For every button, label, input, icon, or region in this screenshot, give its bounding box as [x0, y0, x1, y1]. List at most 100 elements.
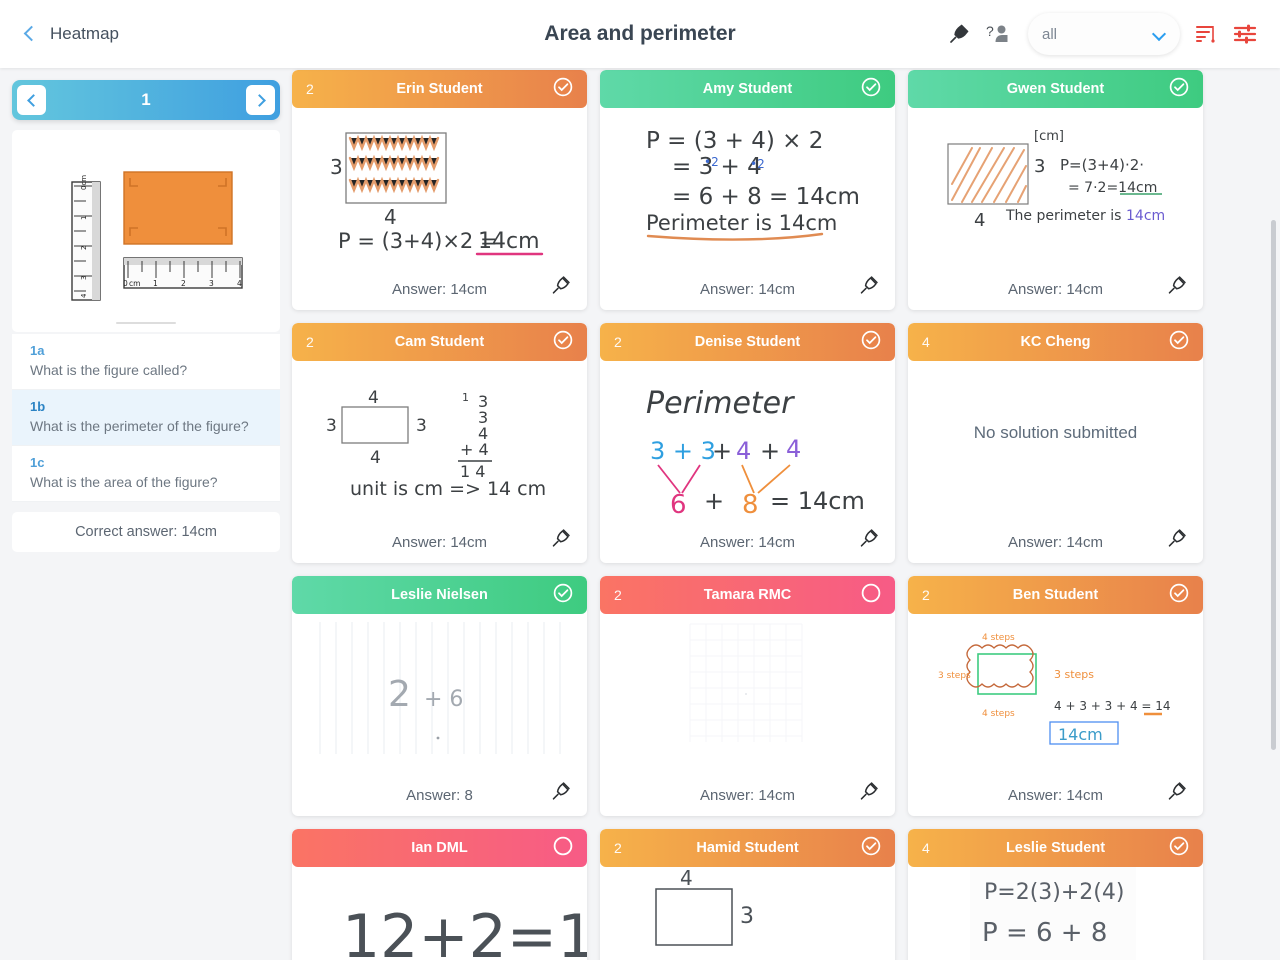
svg-text:2: 2 [181, 279, 186, 288]
sliders-icon[interactable] [1232, 22, 1258, 46]
student-card-ben-student[interactable]: 2 Ben Student 4 steps 4 steps 3 steps 3 … [908, 576, 1203, 816]
question-code: 1a [30, 343, 45, 358]
pin-icon[interactable] [548, 778, 574, 809]
svg-text:4 steps: 4 steps [982, 633, 1015, 643]
scrollbar-track[interactable] [1271, 142, 1278, 960]
svg-text:1: 1 [153, 279, 158, 288]
question-item-1c[interactable]: 1c What is the area of the figure? [12, 446, 280, 502]
pin-icon[interactable] [1164, 525, 1190, 556]
svg-text:8: 8 [742, 490, 759, 520]
card-header: Leslie Nielsen [292, 576, 587, 614]
solution-work-area: P = (3 + 4) × 2 = 3 + 4 •2 •2 = 6 + 8 = … [600, 108, 895, 268]
svg-text:4: 4 [237, 279, 242, 288]
student-card-gwen-student[interactable]: Gwen Student [cm] 3 P=(3+4)·2· = 7·2=14c… [908, 70, 1203, 310]
solution-work-area: No solution submitted [908, 361, 1203, 521]
student-card-leslie-nielsen[interactable]: Leslie Nielsen 2 + 6 Answer: 8 [292, 576, 587, 816]
card-footer: Answer: 14cm [908, 521, 1203, 563]
solution-work-area [600, 614, 895, 774]
solution-work-area: [cm] 3 P=(3+4)·2· = 7·2=14cm 4 The perim… [908, 108, 1203, 268]
pin-icon[interactable] [1164, 272, 1190, 303]
empty-circle-icon[interactable] [861, 583, 881, 608]
student-name: Ben Student [1012, 587, 1099, 603]
card-footer: Answer: 14cm [908, 774, 1203, 816]
scrollbar-thumb[interactable] [1271, 220, 1276, 750]
pager-next-button[interactable] [246, 85, 275, 115]
svg-text:+: + [712, 437, 732, 465]
solution-work-area: 4 3 P = (3+4)×2 = 14 [600, 867, 895, 960]
card-badge: 2 [614, 840, 622, 856]
filter-dropdown-value: all [1042, 25, 1058, 43]
check-circle-icon[interactable] [553, 583, 573, 608]
svg-text:3: 3 [209, 279, 214, 288]
check-circle-icon[interactable] [553, 77, 573, 102]
student-card-leslie-student[interactable]: 4 Leslie Student P=2(3)+2(4) P = 6 + 8 =… [908, 829, 1203, 960]
student-card-tamara-rmc[interactable]: 2 Tamara RMC Answer: 14cm [600, 576, 895, 816]
student-card-erin-student[interactable]: 2 Erin Student 3 4 P = (3+4)×2 = 14cm An… [292, 70, 587, 310]
empty-circle-icon[interactable] [553, 836, 573, 861]
card-header: 2 Tamara RMC [600, 576, 895, 614]
svg-text:1: 1 [462, 391, 469, 404]
pin-icon[interactable] [856, 525, 882, 556]
student-card-cam-student[interactable]: 2 Cam Student 4 3 3 4 1 3 3 4 + 4 1 4 un… [292, 323, 587, 563]
pin-icon[interactable] [856, 778, 882, 809]
sort-descending-icon[interactable] [1194, 22, 1218, 46]
card-footer: Answer: 14cm [600, 521, 895, 563]
student-card-denise-student[interactable]: 2 Denise Student Perimeter 3 + 3 + 4 + 4… [600, 323, 895, 563]
back-to-heatmap-button[interactable]: Heatmap [0, 24, 119, 44]
student-card-amy-student[interactable]: Amy Student P = (3 + 4) × 2 = 3 + 4 •2 •… [600, 70, 895, 310]
answer-label: Answer: 14cm [699, 786, 796, 804]
solution-work-area: Perimeter 3 + 3 + 4 + 4 6 + 8 = 14cm [600, 361, 895, 521]
svg-text:0: 0 [123, 279, 128, 288]
check-circle-icon[interactable] [1169, 330, 1189, 355]
card-row: Ian DML 12+2=14 [292, 829, 1212, 960]
filter-dropdown[interactable]: all [1028, 13, 1180, 55]
student-card-hamid-student[interactable]: 2 Hamid Student 4 3 P = (3+4)×2 = 14 [600, 829, 895, 960]
student-card-kc-cheng[interactable]: 4 KC Cheng No solution submitted Answer:… [908, 323, 1203, 563]
svg-text:4: 4 [974, 210, 985, 231]
handwritten-work: 4 3 P = (3+4)×2 = 14 [654, 867, 865, 960]
pin-icon[interactable] [1164, 778, 1190, 809]
check-circle-icon[interactable] [1169, 836, 1189, 861]
svg-text:3 steps: 3 steps [1054, 668, 1094, 681]
answer-label: Answer: 14cm [1007, 786, 1104, 804]
card-footer: Answer: 14cm [292, 268, 587, 310]
question-item-1b[interactable]: 1b What is the perimeter of the figure? [12, 390, 280, 446]
pin-icon[interactable] [946, 21, 972, 47]
svg-text:P=2(3)+2(4): P=2(3)+2(4) [984, 880, 1124, 905]
pin-icon[interactable] [548, 525, 574, 556]
svg-text:3: 3 [1034, 156, 1045, 177]
pager-prev-button[interactable] [17, 85, 46, 115]
check-circle-icon[interactable] [861, 77, 881, 102]
check-circle-icon[interactable] [861, 330, 881, 355]
pin-icon[interactable] [856, 272, 882, 303]
card-header: 4 Leslie Student [908, 829, 1203, 867]
heatmap-app: Heatmap Area and perimeter ? all 1 0cm 1… [0, 0, 1280, 960]
check-circle-icon[interactable] [553, 330, 573, 355]
handwritten-work: P = (3 + 4) × 2 = 3 + 4 •2 •2 = 6 + 8 = … [646, 128, 860, 241]
svg-text:12+2=14: 12+2=14 [342, 902, 587, 960]
student-solution-grid: 2 Erin Student 3 4 P = (3+4)×2 = 14cm An… [292, 68, 1212, 960]
svg-text:3: 3 [740, 904, 754, 929]
svg-text:6: 6 [670, 490, 687, 520]
question-person-icon[interactable]: ? [986, 21, 1014, 47]
question-item-1a[interactable]: 1a What is the figure called? [12, 334, 280, 390]
answer-label: Answer: 8 [406, 786, 473, 804]
svg-text:P=(3+4)·2·: P=(3+4)·2· [1060, 156, 1144, 174]
svg-text:4: 4 [736, 437, 751, 465]
svg-text:+: + [704, 487, 724, 515]
card-row: 2 Cam Student 4 3 3 4 1 3 3 4 + 4 1 4 un… [292, 323, 1212, 563]
student-card-ian-dml[interactable]: Ian DML 12+2=14 [292, 829, 587, 960]
svg-text:14cm: 14cm [478, 229, 540, 254]
card-header: 2 Cam Student [292, 323, 587, 361]
check-circle-icon[interactable] [861, 836, 881, 861]
svg-text:14cm: 14cm [1058, 725, 1103, 744]
pin-icon[interactable] [548, 272, 574, 303]
check-circle-icon[interactable] [1169, 77, 1189, 102]
card-footer: Answer: 14cm [600, 774, 895, 816]
student-name: Leslie Nielsen [391, 587, 488, 603]
svg-text:1: 1 [80, 216, 88, 220]
handwritten-work: 12+2=14 [342, 902, 587, 960]
check-circle-icon[interactable] [1169, 583, 1189, 608]
no-solution-message: No solution submitted [973, 423, 1138, 442]
answer-label: Answer: 14cm [391, 280, 488, 298]
